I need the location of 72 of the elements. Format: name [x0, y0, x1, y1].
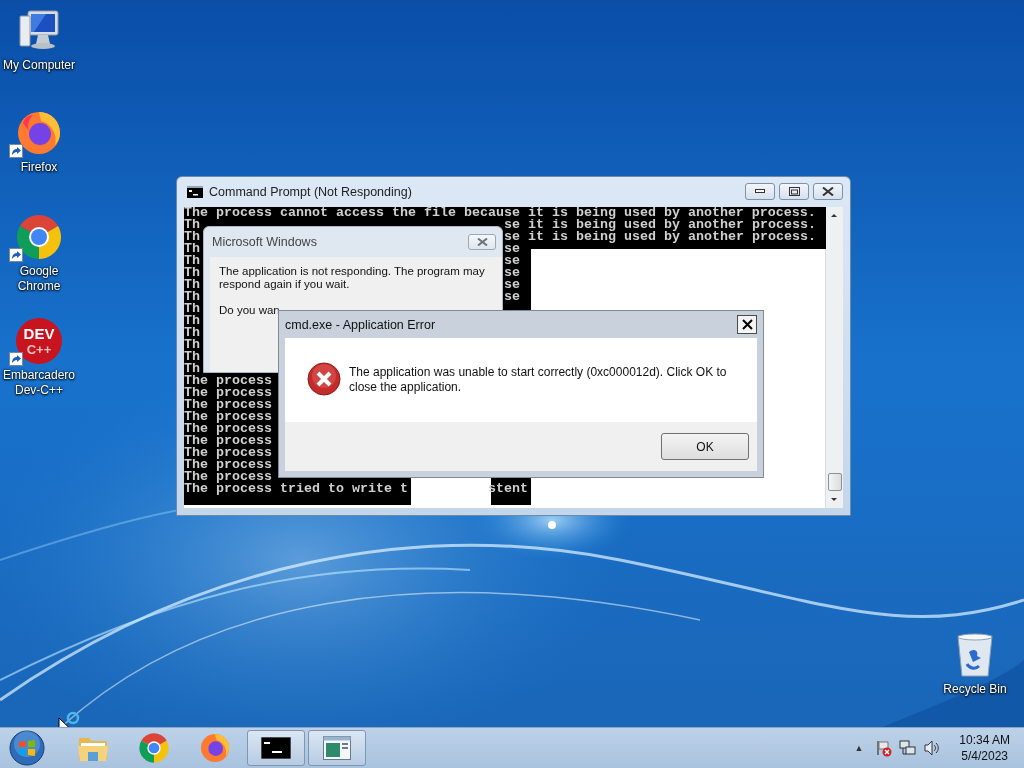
ok-button[interactable]: OK	[661, 433, 749, 460]
icon-label[interactable]: Embarcadero Dev-C++	[0, 368, 78, 398]
console-text: The process	[184, 423, 272, 435]
icon-label[interactable]: Firefox	[20, 160, 58, 175]
maximize-button[interactable]	[779, 182, 809, 200]
close-button[interactable]	[737, 315, 757, 334]
console-text: Th	[184, 243, 200, 255]
dialog-message: The application is not responding. The program may respond again if you wait.	[219, 265, 486, 291]
show-hidden-icons-button[interactable]: ▲	[854, 743, 864, 753]
window-title: Command Prompt (Not Responding)	[209, 185, 412, 199]
dialog-title: cmd.exe - Application Error	[285, 317, 436, 332]
console-text: Th	[184, 267, 200, 279]
scrollbar[interactable]	[825, 207, 843, 508]
error-message: The application was unable to start correctly (0xc000012d). Click OK to close the application.	[349, 365, 728, 395]
start-button[interactable]	[8, 729, 46, 767]
console-text: Th	[184, 279, 200, 291]
minimize-icon	[755, 189, 765, 193]
console-text: se it is being used by another process.	[504, 219, 816, 231]
close-icon	[822, 186, 834, 196]
console-text: The process cannot access the file because it is being used by another process.	[184, 207, 816, 219]
icon-label[interactable]: Google Chrome	[0, 264, 78, 294]
console-text: se	[504, 279, 520, 291]
close-icon	[741, 319, 753, 330]
console-text: Th	[184, 327, 200, 339]
minimize-button[interactable]	[745, 182, 775, 200]
console-text: The process	[184, 447, 272, 459]
console-text: Th	[184, 351, 200, 363]
chrome-icon	[138, 732, 170, 764]
clock-date[interactable]: 5/4/2023	[961, 748, 1008, 764]
icon-label[interactable]: My Computer	[3, 58, 75, 73]
close-button[interactable]	[813, 182, 843, 200]
speaker-icon[interactable]	[923, 739, 942, 757]
console-text: Th	[184, 315, 200, 327]
network-icon[interactable]	[899, 739, 918, 757]
restore-icon	[788, 186, 800, 196]
console-text: Th	[184, 255, 200, 267]
error-icon	[307, 362, 341, 396]
console-text: The process tried to write t	[184, 483, 408, 495]
console-text: The process	[184, 471, 272, 483]
console-text: The process	[184, 375, 272, 387]
console-text: se	[504, 291, 520, 303]
console-text: Th	[184, 339, 200, 351]
console-text: Th	[184, 231, 200, 243]
console-text: The process	[184, 435, 272, 447]
console-text: The process	[184, 399, 272, 411]
taskbar-button[interactable]	[247, 730, 305, 766]
recycle-bin-icon[interactable]	[955, 632, 995, 678]
flag-icon[interactable]	[875, 739, 894, 757]
dialog-title: Microsoft Windows	[212, 235, 317, 249]
firefox-icon	[199, 732, 231, 764]
firefox-icon[interactable]	[15, 109, 63, 157]
console-text: Th	[184, 303, 200, 315]
scroll-thumb[interactable]	[827, 473, 842, 491]
console-icon	[261, 737, 291, 759]
console-text: se	[504, 243, 520, 255]
clock-time[interactable]: 10:34 AM	[959, 732, 1010, 748]
close-icon	[476, 238, 488, 246]
console-text: Th	[184, 363, 200, 375]
window-icon	[323, 736, 351, 760]
console-text: The process	[184, 387, 272, 399]
console-icon	[187, 186, 203, 198]
console-text: Th	[184, 291, 200, 303]
console-text: The process	[184, 411, 272, 423]
console-text: se	[504, 255, 520, 267]
busy-icon	[66, 711, 80, 725]
devcpp-icon[interactable]: DEV C++	[15, 317, 63, 365]
console-text: se	[504, 267, 520, 279]
console-text: The process	[184, 459, 272, 471]
icon-label[interactable]: Recycle Bin	[943, 682, 1007, 697]
chrome-icon[interactable]	[15, 213, 63, 261]
console-text: Th	[184, 219, 200, 231]
console-text: se it is being used by another process.	[504, 231, 816, 243]
